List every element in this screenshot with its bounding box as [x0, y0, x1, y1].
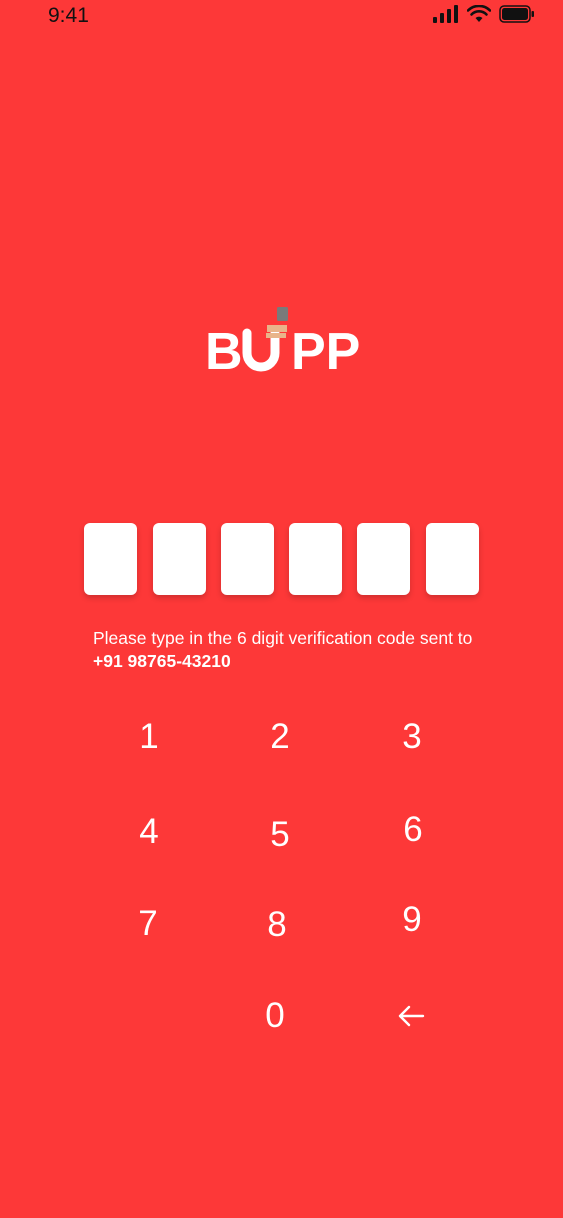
status-time: 9:41 — [48, 4, 89, 27]
numeric-keypad: 1 2 3 4 5 6 7 8 9 0 — [0, 700, 563, 1060]
status-bar: 9:41 — [0, 0, 563, 34]
key-5[interactable]: 5 — [235, 800, 325, 870]
phone-number: +91 98765-43210 — [93, 651, 231, 671]
instruction-text: Please type in the 6 digit verification … — [93, 628, 473, 648]
otp-box-4[interactable] — [289, 523, 342, 595]
bupp-logo: B PP — [205, 307, 360, 377]
key-4[interactable]: 4 — [104, 797, 194, 867]
otp-box-5[interactable] — [357, 523, 410, 595]
signal-icon — [433, 5, 458, 23]
otp-box-6[interactable] — [426, 523, 479, 595]
otp-box-2[interactable] — [153, 523, 206, 595]
key-3[interactable]: 3 — [367, 702, 457, 772]
key-9[interactable]: 9 — [367, 885, 457, 955]
key-7[interactable]: 7 — [103, 889, 193, 959]
status-icons — [433, 5, 535, 23]
otp-box-3[interactable] — [221, 523, 274, 595]
key-8[interactable]: 8 — [232, 890, 322, 960]
key-2[interactable]: 2 — [235, 702, 325, 772]
key-6[interactable]: 6 — [368, 795, 458, 865]
arrow-left-icon — [398, 1005, 425, 1027]
battery-icon — [499, 5, 534, 23]
wifi-icon — [467, 5, 491, 22]
backspace-button[interactable] — [366, 981, 456, 1051]
svg-text:PP: PP — [291, 323, 360, 377]
otp-input-group[interactable] — [84, 523, 480, 597]
key-1[interactable]: 1 — [104, 702, 194, 772]
verification-instruction: Please type in the 6 digit verification … — [93, 627, 493, 673]
otp-box-1[interactable] — [84, 523, 137, 595]
svg-text:B: B — [205, 323, 243, 377]
key-0[interactable]: 0 — [230, 981, 320, 1051]
